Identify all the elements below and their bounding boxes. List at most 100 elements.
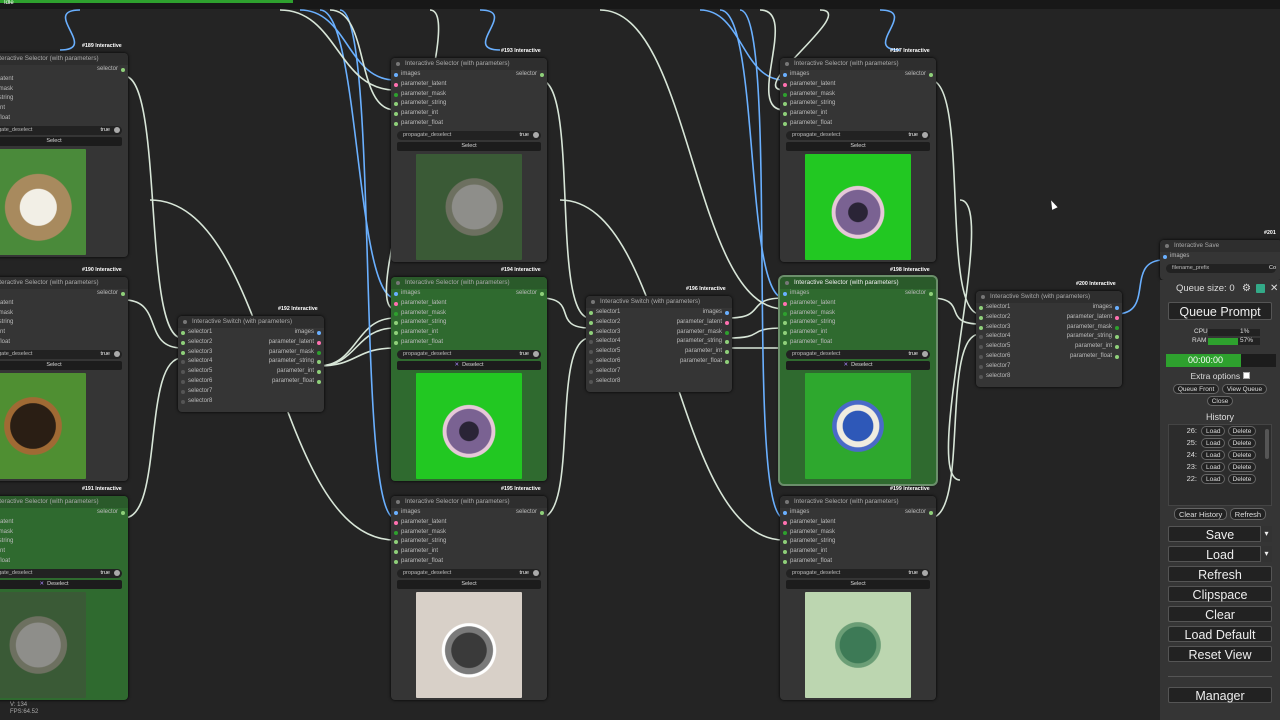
select-button[interactable]: Select: [0, 360, 122, 370]
output-dot[interactable]: [121, 511, 125, 515]
propagate-deselect-widget[interactable]: propagate_deselect true: [397, 568, 541, 578]
input-dot[interactable]: [783, 92, 787, 97]
input-dot[interactable]: [589, 311, 593, 315]
propagate-deselect-widget[interactable]: pagate_deselect true: [0, 349, 122, 359]
toggle-knob[interactable]: [533, 132, 539, 139]
output-dot[interactable]: [121, 68, 125, 72]
input-slot[interactable]: parameter_float: [391, 557, 547, 567]
interactive-selector-node-n197[interactable]: Interactive Selector (with parameters) im…: [780, 58, 936, 262]
input-slot[interactable]: er_int: [0, 104, 128, 114]
input-slot[interactable]: er_float: [0, 114, 128, 124]
interactive-selector-node-n189[interactable]: Interactive Selector (with parameters)im…: [0, 53, 128, 257]
input-dot[interactable]: [394, 311, 398, 316]
input-dot[interactable]: [394, 511, 398, 515]
input-dot[interactable]: [394, 520, 398, 525]
output-dot[interactable]: [121, 292, 125, 296]
input-dot[interactable]: [783, 530, 787, 535]
input-dot[interactable]: [181, 389, 185, 394]
input-slot[interactable]: parameter_latent: [780, 518, 936, 528]
input-slot[interactable]: parameter_latent: [391, 80, 547, 90]
load-button[interactable]: Load ▾: [1168, 546, 1272, 562]
switch-slot[interactable]: selector2 parameter_latent: [178, 338, 324, 348]
switch-slot[interactable]: selector7: [586, 367, 732, 377]
output-dot[interactable]: [725, 359, 729, 364]
input-dot[interactable]: [589, 369, 593, 374]
input-slot[interactable]: er_mask: [0, 85, 128, 95]
output-dot[interactable]: [1115, 315, 1119, 320]
input-dot[interactable]: [394, 331, 398, 336]
switch-slot[interactable]: selector8: [178, 397, 324, 407]
input-slot[interactable]: parameter_string: [391, 99, 547, 109]
input-slot[interactable]: imagesselector: [0, 289, 128, 299]
output-dot[interactable]: [1115, 335, 1119, 340]
input-slot[interactable]: parameter_mask: [780, 309, 936, 319]
input-dot[interactable]: [589, 350, 593, 355]
input-dot[interactable]: [394, 530, 398, 535]
close-button[interactable]: Close: [1206, 396, 1234, 406]
queue-prompt-button[interactable]: Queue Prompt: [1168, 302, 1272, 320]
input-slot[interactable]: parameter_int: [391, 109, 547, 119]
input-dot[interactable]: [783, 102, 787, 107]
output-dot[interactable]: [317, 340, 321, 345]
input-slot[interactable]: imagesselector: [780, 70, 936, 80]
output-dot[interactable]: [725, 320, 729, 325]
switch-slot[interactable]: selector1 images: [178, 328, 324, 338]
switch-slot[interactable]: selector5 parameter_int: [586, 347, 732, 357]
input-slot[interactable]: er_int: [0, 328, 128, 338]
switch-slot[interactable]: selector3 parameter_mask: [178, 348, 324, 358]
toggle-knob[interactable]: [533, 570, 539, 577]
interactive-selector-node-n194[interactable]: Interactive Selector (with parameters) im…: [391, 277, 547, 481]
node-title[interactable]: Interactive Selector (with parameters): [391, 277, 547, 289]
input-dot[interactable]: [394, 82, 398, 87]
clear-button[interactable]: Clear: [1168, 606, 1272, 622]
input-dot[interactable]: [394, 559, 398, 564]
input-dot[interactable]: [979, 325, 983, 330]
input-slot[interactable]: parameter_latent: [391, 299, 547, 309]
input-slot[interactable]: parameter_int: [780, 547, 936, 557]
input-dot[interactable]: [783, 112, 787, 117]
history-delete-button[interactable]: Delete: [1227, 426, 1257, 436]
output-dot[interactable]: [317, 370, 321, 375]
switch-slot[interactable]: selector7: [976, 362, 1122, 372]
input-slot[interactable]: parameter_mask: [780, 528, 936, 538]
toggle-knob[interactable]: [922, 570, 928, 577]
deselect-button[interactable]: ✕ Deselect: [397, 360, 541, 370]
toggle-knob[interactable]: [922, 351, 928, 358]
input-slot[interactable]: parameter_mask: [391, 90, 547, 100]
output-dot[interactable]: [929, 73, 933, 77]
input-dot[interactable]: [181, 379, 185, 384]
output-dot[interactable]: [1115, 325, 1119, 330]
output-dot[interactable]: [317, 379, 321, 384]
input-slot[interactable]: er_float: [0, 557, 128, 567]
switch-slot[interactable]: selector5 parameter_int: [178, 367, 324, 377]
history-load-button[interactable]: Load: [1201, 462, 1226, 472]
interactive-selector-node-n195[interactable]: Interactive Selector (with parameters) im…: [391, 496, 547, 700]
close-icon[interactable]: ✕: [1270, 280, 1278, 298]
input-slot[interactable]: er_string: [0, 94, 128, 104]
input-dot[interactable]: [181, 331, 185, 335]
input-slot[interactable]: parameter_latent: [780, 80, 936, 90]
input-slot[interactable]: parameter_float: [780, 557, 936, 567]
input-dot[interactable]: [979, 364, 983, 369]
input-slot[interactable]: parameter_int: [780, 328, 936, 338]
input-dot[interactable]: [394, 92, 398, 97]
history-load-button[interactable]: Load: [1201, 438, 1226, 448]
input-slot[interactable]: parameter_string: [391, 318, 547, 328]
input-dot[interactable]: [394, 540, 398, 545]
interactive-switch-node-s192[interactable]: Interactive Switch (with parameters) sele…: [178, 316, 324, 412]
interactive-switch-node-s200[interactable]: Interactive Switch (with parameters) sele…: [976, 291, 1122, 387]
input-slot[interactable]: er_string: [0, 537, 128, 547]
select-button[interactable]: Select: [397, 579, 541, 589]
node-title[interactable]: Interactive Selector (with parameters): [0, 53, 128, 65]
history-load-button[interactable]: Load: [1201, 426, 1226, 436]
output-dot[interactable]: [725, 350, 729, 355]
input-slot[interactable]: er_latent: [0, 299, 128, 309]
input-slot[interactable]: parameter_float: [780, 119, 936, 129]
toggle-knob[interactable]: [114, 127, 120, 134]
queue-front-button[interactable]: Queue Front: [1172, 384, 1220, 394]
input-dot[interactable]: [394, 112, 398, 117]
reset-view-button[interactable]: Reset View: [1168, 646, 1272, 662]
input-dot[interactable]: [783, 511, 787, 515]
input-dot[interactable]: [783, 340, 787, 345]
clear-history-button[interactable]: Clear History: [1173, 508, 1228, 520]
